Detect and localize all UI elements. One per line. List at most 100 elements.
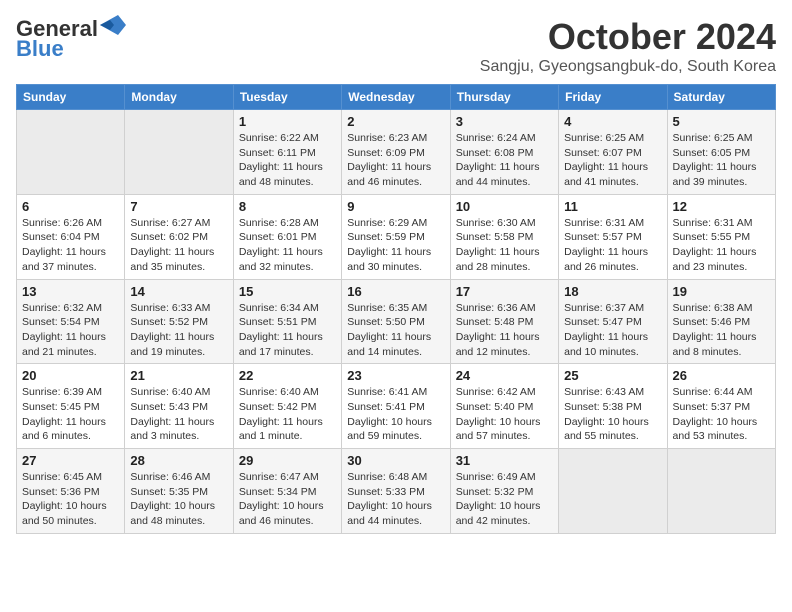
- logo-arrow-icon: [100, 15, 126, 35]
- table-cell: 5 Sunrise: 6:25 AM Sunset: 6:05 PM Daylig…: [667, 110, 775, 195]
- day-number: 16: [347, 284, 444, 299]
- cell-info: Sunrise: 6:45 AM Sunset: 5:36 PM Dayligh…: [22, 470, 119, 529]
- week-row-5: 27 Sunrise: 6:45 AM Sunset: 5:36 PM Dayli…: [17, 449, 776, 534]
- table-cell: 2 Sunrise: 6:23 AM Sunset: 6:09 PM Daylig…: [342, 110, 450, 195]
- cell-info: Sunrise: 6:40 AM Sunset: 5:42 PM Dayligh…: [239, 385, 336, 444]
- day-number: 2: [347, 114, 444, 129]
- table-cell: 6 Sunrise: 6:26 AM Sunset: 6:04 PM Daylig…: [17, 194, 125, 279]
- day-number: 30: [347, 453, 444, 468]
- day-number: 11: [564, 199, 661, 214]
- table-cell: 9 Sunrise: 6:29 AM Sunset: 5:59 PM Daylig…: [342, 194, 450, 279]
- day-number: 27: [22, 453, 119, 468]
- table-cell: 27 Sunrise: 6:45 AM Sunset: 5:36 PM Dayli…: [17, 449, 125, 534]
- cell-info: Sunrise: 6:28 AM Sunset: 6:01 PM Dayligh…: [239, 216, 336, 275]
- day-number: 28: [130, 453, 227, 468]
- day-number: 20: [22, 368, 119, 383]
- table-cell: 19Sunrise: 6:38 AM Sunset: 5:46 PM Dayli…: [667, 279, 775, 364]
- week-row-2: 6 Sunrise: 6:26 AM Sunset: 6:04 PM Daylig…: [17, 194, 776, 279]
- cell-info: Sunrise: 6:48 AM Sunset: 5:33 PM Dayligh…: [347, 470, 444, 529]
- col-thursday: Thursday: [450, 85, 558, 110]
- cell-info: Sunrise: 6:32 AM Sunset: 5:54 PM Dayligh…: [22, 301, 119, 360]
- cell-info: Sunrise: 6:22 AM Sunset: 6:11 PM Dayligh…: [239, 131, 336, 190]
- cell-info: Sunrise: 6:34 AM Sunset: 5:51 PM Dayligh…: [239, 301, 336, 360]
- day-number: 29: [239, 453, 336, 468]
- day-number: 13: [22, 284, 119, 299]
- day-number: 23: [347, 368, 444, 383]
- cell-info: Sunrise: 6:29 AM Sunset: 5:59 PM Dayligh…: [347, 216, 444, 275]
- day-number: 12: [673, 199, 770, 214]
- table-cell: 17Sunrise: 6:36 AM Sunset: 5:48 PM Dayli…: [450, 279, 558, 364]
- calendar-header-row: Sunday Monday Tuesday Wednesday Thursday…: [17, 85, 776, 110]
- table-cell: 24Sunrise: 6:42 AM Sunset: 5:40 PM Dayli…: [450, 364, 558, 449]
- page-header: General Blue October 2024 Sangju, Gyeong…: [16, 16, 776, 76]
- location-subtitle: Sangju, Gyeongsangbuk-do, South Korea: [480, 58, 776, 76]
- cell-info: Sunrise: 6:41 AM Sunset: 5:41 PM Dayligh…: [347, 385, 444, 444]
- cell-info: Sunrise: 6:23 AM Sunset: 6:09 PM Dayligh…: [347, 131, 444, 190]
- cell-info: Sunrise: 6:44 AM Sunset: 5:37 PM Dayligh…: [673, 385, 770, 444]
- cell-info: Sunrise: 6:40 AM Sunset: 5:43 PM Dayligh…: [130, 385, 227, 444]
- col-tuesday: Tuesday: [233, 85, 341, 110]
- day-number: 5: [673, 114, 770, 129]
- day-number: 9: [347, 199, 444, 214]
- table-cell: [17, 110, 125, 195]
- cell-info: Sunrise: 6:25 AM Sunset: 6:07 PM Dayligh…: [564, 131, 661, 190]
- table-cell: 16 Sunrise: 6:35 AM Sunset: 5:50 PM Dayli…: [342, 279, 450, 364]
- table-cell: 25 Sunrise: 6:43 AM Sunset: 5:38 PM Dayli…: [559, 364, 667, 449]
- day-number: 19: [673, 284, 770, 299]
- table-cell: 23 Sunrise: 6:41 AM Sunset: 5:41 PM Dayli…: [342, 364, 450, 449]
- col-friday: Friday: [559, 85, 667, 110]
- cell-info: Sunrise: 6:33 AM Sunset: 5:52 PM Dayligh…: [130, 301, 227, 360]
- table-cell: 18 Sunrise: 6:37 AM Sunset: 5:47 PM Dayli…: [559, 279, 667, 364]
- day-number: 3: [456, 114, 553, 129]
- week-row-1: 1 Sunrise: 6:22 AM Sunset: 6:11 PM Daylig…: [17, 110, 776, 195]
- table-cell: 1 Sunrise: 6:22 AM Sunset: 6:11 PM Daylig…: [233, 110, 341, 195]
- table-cell: [559, 449, 667, 534]
- table-cell: [125, 110, 233, 195]
- cell-info: Sunrise: 6:35 AM Sunset: 5:50 PM Dayligh…: [347, 301, 444, 360]
- day-number: 26: [673, 368, 770, 383]
- cell-info: Sunrise: 6:31 AM Sunset: 5:55 PM Dayligh…: [673, 216, 770, 275]
- day-number: 8: [239, 199, 336, 214]
- cell-info: Sunrise: 6:49 AM Sunset: 5:32 PM Dayligh…: [456, 470, 553, 529]
- table-cell: 30 Sunrise: 6:48 AM Sunset: 5:33 PM Dayli…: [342, 449, 450, 534]
- cell-info: Sunrise: 6:26 AM Sunset: 6:04 PM Dayligh…: [22, 216, 119, 275]
- cell-info: Sunrise: 6:25 AM Sunset: 6:05 PM Dayligh…: [673, 131, 770, 190]
- table-cell: 28Sunrise: 6:46 AM Sunset: 5:35 PM Dayli…: [125, 449, 233, 534]
- logo: General Blue: [16, 16, 126, 62]
- day-number: 14: [130, 284, 227, 299]
- col-saturday: Saturday: [667, 85, 775, 110]
- table-cell: 21Sunrise: 6:40 AM Sunset: 5:43 PM Dayli…: [125, 364, 233, 449]
- table-cell: 20 Sunrise: 6:39 AM Sunset: 5:45 PM Dayli…: [17, 364, 125, 449]
- day-number: 4: [564, 114, 661, 129]
- day-number: 24: [456, 368, 553, 383]
- day-number: 6: [22, 199, 119, 214]
- cell-info: Sunrise: 6:39 AM Sunset: 5:45 PM Dayligh…: [22, 385, 119, 444]
- day-number: 15: [239, 284, 336, 299]
- day-number: 17: [456, 284, 553, 299]
- day-number: 10: [456, 199, 553, 214]
- day-number: 22: [239, 368, 336, 383]
- table-cell: 4 Sunrise: 6:25 AM Sunset: 6:07 PM Daylig…: [559, 110, 667, 195]
- cell-info: Sunrise: 6:47 AM Sunset: 5:34 PM Dayligh…: [239, 470, 336, 529]
- table-cell: 15 Sunrise: 6:34 AM Sunset: 5:51 PM Dayli…: [233, 279, 341, 364]
- table-cell: 29 Sunrise: 6:47 AM Sunset: 5:34 PM Dayli…: [233, 449, 341, 534]
- cell-info: Sunrise: 6:27 AM Sunset: 6:02 PM Dayligh…: [130, 216, 227, 275]
- cell-info: Sunrise: 6:43 AM Sunset: 5:38 PM Dayligh…: [564, 385, 661, 444]
- table-cell: [667, 449, 775, 534]
- title-block: October 2024 Sangju, Gyeongsangbuk-do, S…: [480, 16, 776, 76]
- table-cell: 12 Sunrise: 6:31 AM Sunset: 5:55 PM Dayli…: [667, 194, 775, 279]
- table-cell: 3Sunrise: 6:24 AM Sunset: 6:08 PM Daylig…: [450, 110, 558, 195]
- logo-blue-text: Blue: [16, 36, 64, 62]
- col-sunday: Sunday: [17, 85, 125, 110]
- day-number: 25: [564, 368, 661, 383]
- day-number: 1: [239, 114, 336, 129]
- day-number: 31: [456, 453, 553, 468]
- month-title: October 2024: [480, 16, 776, 58]
- col-monday: Monday: [125, 85, 233, 110]
- day-number: 18: [564, 284, 661, 299]
- table-cell: 11 Sunrise: 6:31 AM Sunset: 5:57 PM Dayli…: [559, 194, 667, 279]
- cell-info: Sunrise: 6:37 AM Sunset: 5:47 PM Dayligh…: [564, 301, 661, 360]
- table-cell: 31 Sunrise: 6:49 AM Sunset: 5:32 PM Dayli…: [450, 449, 558, 534]
- calendar-table: Sunday Monday Tuesday Wednesday Thursday…: [16, 84, 776, 534]
- cell-info: Sunrise: 6:31 AM Sunset: 5:57 PM Dayligh…: [564, 216, 661, 275]
